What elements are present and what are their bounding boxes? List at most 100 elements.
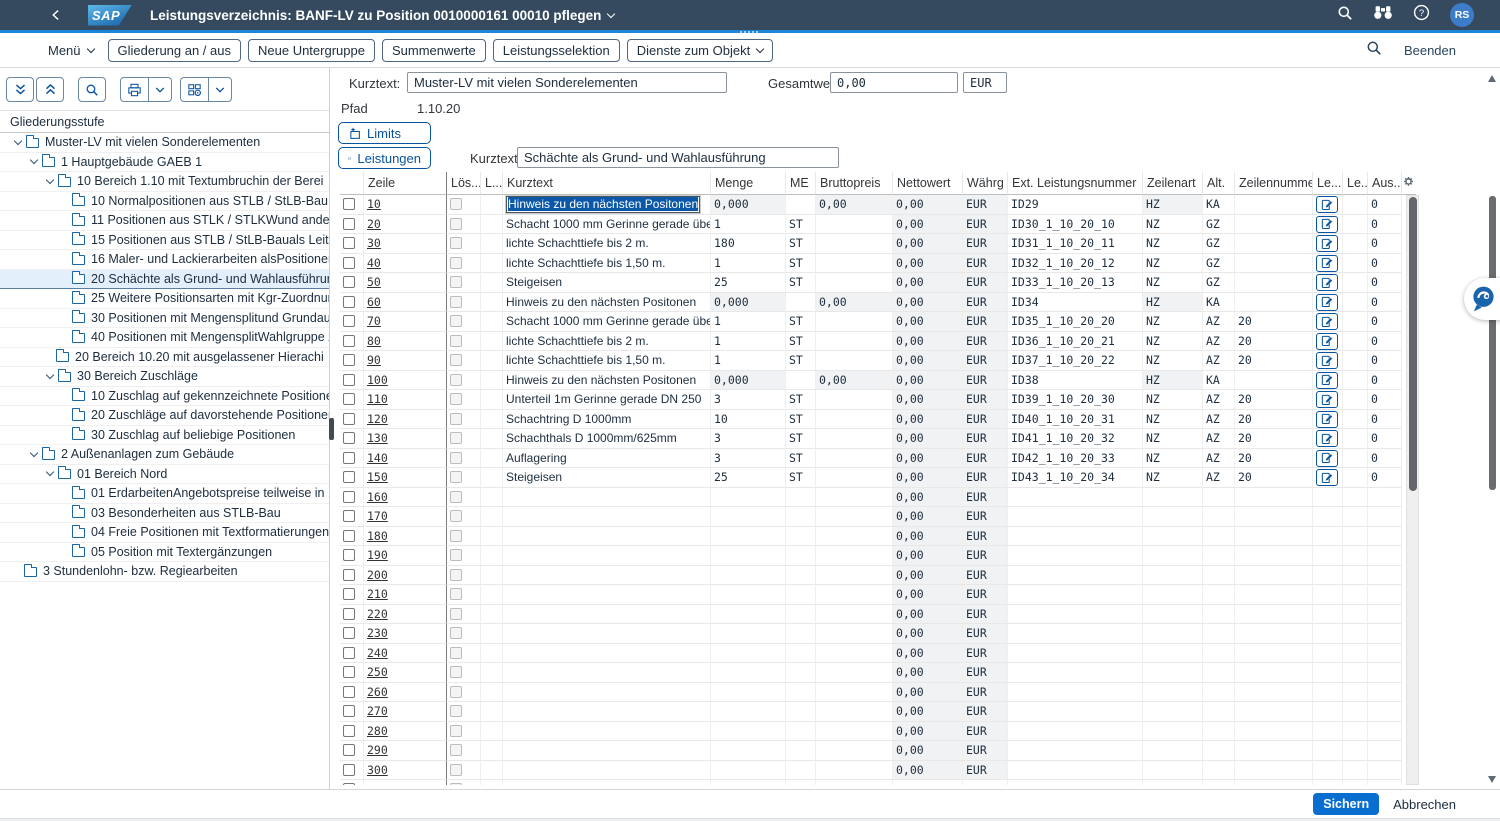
column-header[interactable]: Nettowert xyxy=(893,172,963,195)
tree-item[interactable]: 30 Bereich Zuschläge xyxy=(0,367,329,387)
tree-item[interactable]: 10 Bereich 1.10 mit Textumbruchin der Be… xyxy=(0,172,329,192)
zeile-link[interactable]: 260 xyxy=(367,685,388,699)
zeile-link[interactable]: 40 xyxy=(367,256,381,270)
tree-item[interactable]: 30 Positionen mit Mengensplitund Grundau… xyxy=(0,309,329,329)
zeile-link[interactable]: 200 xyxy=(367,568,388,582)
select-all-header[interactable] xyxy=(340,172,364,195)
leistungstext-edit-button[interactable] xyxy=(1316,391,1338,408)
zeile-link[interactable]: 180 xyxy=(367,529,388,543)
column-header[interactable]: ME xyxy=(786,172,816,195)
chevron-down-icon[interactable] xyxy=(26,160,42,163)
chevron-down-icon[interactable] xyxy=(26,453,42,456)
avatar[interactable]: RS xyxy=(1450,3,1474,27)
tree-item[interactable]: 3 Stundenlohn- bzw. Regiearbeiten xyxy=(0,562,329,582)
leistungstext-edit-button[interactable] xyxy=(1316,196,1338,213)
row-select-checkbox[interactable] xyxy=(343,569,355,581)
collapse-all-button[interactable] xyxy=(36,77,64,102)
zeile-link[interactable]: 160 xyxy=(367,490,388,504)
leistungstext-edit-button[interactable] xyxy=(1316,372,1338,389)
expand-all-button[interactable] xyxy=(6,77,34,102)
column-header[interactable]: Ext. Leistungsnummer xyxy=(1008,172,1143,195)
zeile-link[interactable]: 170 xyxy=(367,509,388,523)
leistungstext-edit-button[interactable] xyxy=(1316,352,1338,369)
tree-item[interactable]: 20 Schächte als Grund- und Wahlausführun… xyxy=(0,270,329,290)
leistungstext-edit-button[interactable] xyxy=(1316,411,1338,428)
row-select-checkbox[interactable] xyxy=(343,686,355,698)
row-select-checkbox[interactable] xyxy=(343,237,355,249)
tree-item[interactable]: 10 Normalpositionen aus STLB / StLB-Bau xyxy=(0,192,329,212)
leistungstext-edit-button[interactable] xyxy=(1316,313,1338,330)
row-select-checkbox[interactable] xyxy=(343,296,355,308)
zeile-link[interactable]: 240 xyxy=(367,646,388,660)
row-select-checkbox[interactable] xyxy=(343,335,355,347)
zeile-link[interactable]: 50 xyxy=(367,275,381,289)
gesamtwert-input[interactable] xyxy=(830,72,958,93)
tree-item[interactable]: 03 Besonderheiten aus STLB-Bau xyxy=(0,504,329,524)
row-select-checkbox[interactable] xyxy=(343,276,355,288)
column-header[interactable]: Alt. xyxy=(1203,172,1235,195)
column-header[interactable]: Le... xyxy=(1313,172,1343,195)
zeile-link[interactable]: 20 xyxy=(367,217,381,231)
tree-item[interactable]: 04 Freie Positionen mit Textformatierung… xyxy=(0,523,329,543)
row-select-checkbox[interactable] xyxy=(343,530,355,542)
tree-item[interactable]: Muster-LV mit vielen Sonderelementen xyxy=(0,133,329,153)
row-select-checkbox[interactable] xyxy=(343,413,355,425)
kurztext-edit-field[interactable]: Hinweis zu den nächsten Positonen xyxy=(506,196,700,213)
column-header[interactable]: Aus... xyxy=(1368,172,1402,195)
tree-item[interactable]: 11 Positionen aus STLK / STLKWund andere… xyxy=(0,211,329,231)
tree-item[interactable]: 25 Weitere Positionsarten mit Kgr-Zuordn… xyxy=(0,289,329,309)
scroll-down-icon[interactable] xyxy=(1488,776,1496,783)
search-icon[interactable] xyxy=(1337,5,1353,26)
zeile-link[interactable]: 10 xyxy=(367,197,381,211)
search-icon[interactable] xyxy=(1366,40,1382,61)
menu-dropdown[interactable]: Menü xyxy=(48,43,94,58)
zeile-link[interactable]: 280 xyxy=(367,724,388,738)
save-button[interactable]: Sichern xyxy=(1313,793,1379,815)
zeile-link[interactable]: 80 xyxy=(367,334,381,348)
row-select-checkbox[interactable] xyxy=(343,315,355,327)
row-select-checkbox[interactable] xyxy=(343,764,355,776)
zeile-link[interactable]: 220 xyxy=(367,607,388,621)
row-select-checkbox[interactable] xyxy=(343,354,355,366)
page-scrollbar-thumb[interactable] xyxy=(1489,196,1496,490)
zeile-link[interactable]: 210 xyxy=(367,587,388,601)
chevron-down-icon[interactable] xyxy=(42,472,58,475)
zeile-link[interactable]: 300 xyxy=(367,763,388,777)
zeile-link[interactable]: 70 xyxy=(367,314,381,328)
cancel-button[interactable]: Abbrechen xyxy=(1393,797,1456,812)
tree-item[interactable]: 16 Maler- und Lackierarbeiten alsPositio… xyxy=(0,250,329,270)
zeile-link[interactable]: 100 xyxy=(367,373,388,387)
row-select-checkbox[interactable] xyxy=(343,374,355,386)
zeile-link[interactable]: 140 xyxy=(367,451,388,465)
table-settings-icon[interactable] xyxy=(1402,172,1416,195)
column-header[interactable]: Menge xyxy=(711,172,786,195)
back-icon[interactable] xyxy=(46,7,66,23)
zeile-link[interactable]: 60 xyxy=(367,295,381,309)
search-button[interactable] xyxy=(78,77,106,102)
leistungstext-edit-button[interactable] xyxy=(1316,255,1338,272)
row-select-checkbox[interactable] xyxy=(343,627,355,639)
row-select-checkbox[interactable] xyxy=(343,257,355,269)
leistungen-button[interactable]: Leistungen xyxy=(338,147,431,169)
layout-dropdown-icon[interactable] xyxy=(208,78,231,101)
zeile-link[interactable]: 110 xyxy=(367,392,388,406)
currency-input[interactable] xyxy=(963,72,1007,93)
leistungstext-edit-button[interactable] xyxy=(1316,294,1338,311)
row-select-checkbox[interactable] xyxy=(343,725,355,737)
tree-item[interactable]: 15 Positionen aus STLB / StLB-Bauals Lei… xyxy=(0,231,329,251)
page-title[interactable]: Leistungsverzeichnis: BANF-LV zu Positio… xyxy=(150,8,614,23)
tree-item[interactable]: 20 Zuschläge auf davorstehende Positione… xyxy=(0,406,329,426)
print-dropdown-icon[interactable] xyxy=(148,78,171,101)
leistungstext-edit-button[interactable] xyxy=(1316,450,1338,467)
table-layout-icon[interactable] xyxy=(181,78,208,101)
column-header[interactable]: Le... xyxy=(1343,172,1368,195)
chevron-down-icon[interactable] xyxy=(42,180,58,183)
tree-item[interactable]: 01 ErdarbeitenAngebotspreise teilweise i… xyxy=(0,484,329,504)
tree-item[interactable]: 20 Bereich 10.20 mit ausgelassener Hiera… xyxy=(0,348,329,368)
row-select-checkbox[interactable] xyxy=(343,432,355,444)
tree-item[interactable]: 1 Hauptgebäude GAEB 1 xyxy=(0,153,329,173)
zeile-link[interactable]: 250 xyxy=(367,665,388,679)
toolbar-button[interactable]: Leistungsselektion xyxy=(493,39,620,62)
dienste-zum-objekt-button[interactable]: Dienste zum Objekt xyxy=(627,39,773,62)
zeile-link[interactable]: 90 xyxy=(367,353,381,367)
